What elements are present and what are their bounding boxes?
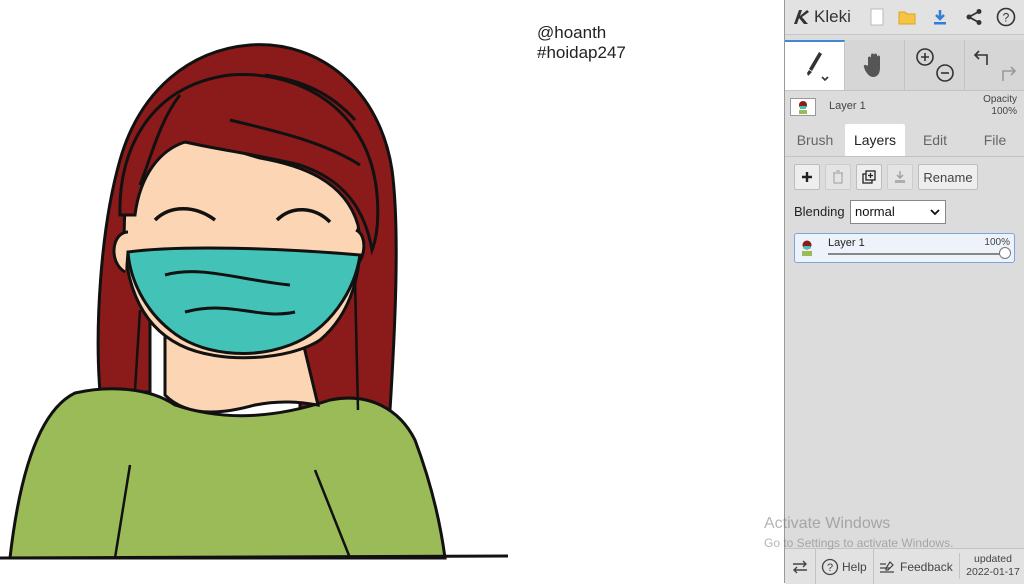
zoom-icon [915,48,954,82]
duplicate-layer-button[interactable] [856,164,882,190]
layer-list-item[interactable]: Layer 1 100% [794,233,1015,263]
new-file-icon[interactable] [865,5,889,29]
tab-layers[interactable]: Layers [845,124,905,156]
duplicate-icon [862,170,876,184]
updated-date: 2022-01-17 [966,566,1020,578]
swap-arrows-icon [793,560,807,573]
updated-info: updated 2022-01-17 [959,553,1024,579]
brush-tool-icon [806,52,829,82]
merge-down-icon [895,171,905,183]
undo-redo-buttons[interactable] [965,40,1024,90]
opacity-label: Opacity [983,94,1017,105]
hand-tool-icon [863,53,880,77]
feedback-button[interactable]: Feedback [873,549,959,584]
rename-layer-button[interactable]: Rename [918,164,978,190]
layer-opacity-slider-handle[interactable] [999,247,1011,259]
zoom-buttons[interactable] [905,40,965,90]
chevron-down-icon [930,201,940,230]
add-layer-button[interactable] [794,164,820,190]
side-panel: Kleki ? Layer 1 Opacity 100% Brush Layer… [784,0,1024,584]
feedback-icon [880,560,894,573]
tab-edit[interactable]: Edit [905,124,965,156]
canvas-text-line: @hoanth [537,23,607,42]
mask-girl-drawing [0,43,509,560]
layer-opacity-slider-track[interactable] [828,253,1004,255]
svg-text:?: ? [1003,11,1010,25]
help-button[interactable]: ? Help [815,549,873,584]
panel-tabs: Brush Layers Edit File [785,124,1024,157]
app-name: Kleki [814,7,851,26]
bottom-bar: ? Help Feedback updated 2022-01-17 [785,548,1024,584]
canvas-text-line: #hoidap247 [537,43,626,62]
help-label: Help [842,559,867,574]
blending-value: normal [855,204,895,219]
plus-icon [802,172,812,182]
feedback-label: Feedback [900,559,953,574]
brush-tool-button[interactable] [785,40,845,90]
drawing-canvas[interactable]: @hoanth #hoidap247 [0,0,784,583]
updated-label: updated [974,553,1012,565]
help-icon[interactable]: ? [994,5,1018,29]
kleki-logo[interactable]: Kleki [791,5,851,29]
download-icon[interactable] [928,5,952,29]
blending-select[interactable]: normal [850,200,946,224]
opacity-readout: Opacity 100% [983,94,1017,118]
current-layer-name: Layer 1 [829,100,866,112]
help-circle-icon: ? [821,558,839,575]
trash-icon [833,170,843,184]
kleki-logo-icon [794,10,809,24]
undo-redo-icon [973,50,1017,81]
layer-thumbnail [790,98,816,116]
hand-tool-button[interactable] [845,40,905,90]
share-icon[interactable] [962,5,986,29]
top-bar: Kleki ? [785,0,1024,35]
layers-panel: Rename Blending normal Layer 1 100% [785,157,1024,542]
svg-text:?: ? [827,562,833,574]
tab-brush[interactable]: Brush [785,124,845,156]
open-folder-icon[interactable] [895,5,919,29]
layer-item-thumbnail [800,240,814,256]
merge-layer-button[interactable] [887,164,913,190]
shirt [8,387,447,560]
canvas-text: @hoanth #hoidap247 [537,23,626,63]
swap-sides-button[interactable] [785,549,815,584]
tab-file[interactable]: File [965,124,1024,156]
delete-layer-button[interactable] [825,164,851,190]
ground-line [0,554,509,560]
tool-row [785,40,1024,91]
blending-label: Blending [794,204,845,219]
current-layer-info: Layer 1 Opacity 100% [785,91,1024,121]
opacity-value: 100% [991,106,1017,117]
layer-item-name: Layer 1 [828,237,865,249]
